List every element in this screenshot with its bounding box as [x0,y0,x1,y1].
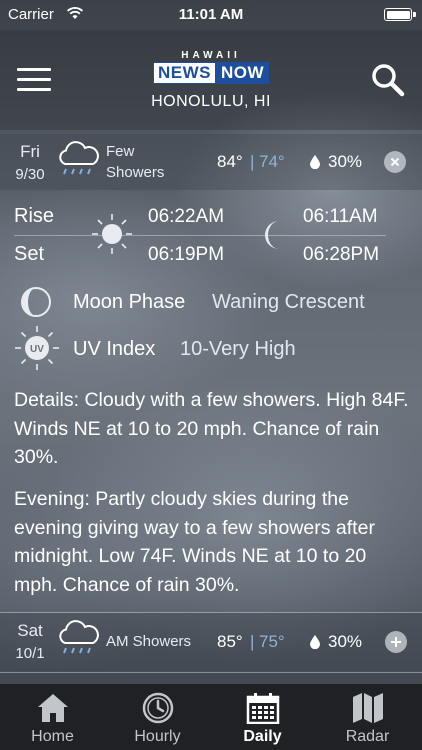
day-date: 10/1 [15,645,45,662]
tab-radar-label: Radar [345,728,390,745]
low-temp: 75° [259,632,285,651]
tab-home[interactable]: Home [0,684,105,750]
condition-text: AM Showers [106,633,192,650]
cloud-rain-icon [59,141,99,175]
sunset-time: 06:19PM [148,244,225,265]
sunrise-time: 06:22AM [148,206,225,227]
day-row-saturday[interactable]: Sat 10/1 AM Showers 85° | 75° 30% [0,613,422,671]
precip-chance: 30% [328,632,363,651]
close-icon[interactable] [384,151,406,173]
news-now-logo: HAWAII NEWS NOW [0,50,422,84]
uv-icon-text: UV [30,344,44,355]
moon-phase-icon [21,287,51,317]
day-details-text: Details: Cloudy with a few showers. High… [14,389,409,468]
evening-details-text: Evening: Partly cloudy skies during the … [14,488,375,596]
clock-icon [142,692,174,724]
bottom-tab-bar: Home Hourly Daily Radar [0,684,422,750]
uv-index-label: UV Index [73,338,156,360]
plus-icon[interactable] [385,631,407,653]
map-icon [353,693,383,723]
day-date: 9/30 [15,166,45,183]
moonset-time: 06:28PM [303,244,380,265]
status-bar: Carrier 11:01 AM [0,0,422,30]
rise-label: Rise [14,205,55,227]
moon-phase-value: Waning Crescent [212,291,365,313]
logo-news-text: NEWS [152,62,216,84]
uv-index-icon: UV [15,326,59,370]
sun-icon [92,214,132,254]
app-header: HAWAII NEWS NOW HONOLULU, HI [0,30,422,130]
temp-separator: | [250,152,255,171]
clock-time: 11:01 AM [178,6,244,23]
tab-hourly[interactable]: Hourly [105,684,210,750]
temp-separator: | [250,632,255,651]
tab-radar[interactable]: Radar [315,684,420,750]
high-temp: 84° [217,152,243,171]
precip-chance: 30% [328,152,363,171]
day-name: Sat [17,621,43,640]
calendar-icon [246,693,280,724]
set-label: Set [14,243,45,265]
tab-daily[interactable]: Daily [210,684,315,750]
condition-line-2: Showers [106,164,165,181]
day-row-partial [0,673,422,684]
tab-daily-label: Daily [243,728,282,745]
uv-index-value: 10-Very High [180,338,296,360]
logo-now-text: NOW [215,62,270,84]
raindrop-icon [310,635,320,649]
search-icon[interactable] [371,63,405,97]
raindrop-icon [310,155,320,169]
high-temp: 85° [217,632,243,651]
location-label: HONOLULU, HI [151,93,271,110]
crescent-moon-icon [265,221,279,249]
battery-icon [384,8,416,21]
moonrise-time: 06:11AM [303,206,378,227]
tab-hourly-label: Hourly [134,728,181,745]
moon-phase-label: Moon Phase [73,291,186,313]
logo-hawaii-text: HAWAII [181,50,241,61]
tab-home-label: Home [31,728,74,745]
cloud-rain-icon [59,620,99,654]
day-row-friday[interactable]: Fri 9/30 Few Showers 84° | 74° 30% [0,134,422,190]
rise-set-divider [14,235,386,236]
condition-line-1: Few [106,143,135,160]
low-temp: 74° [259,152,285,171]
day-name: Fri [20,142,40,161]
home-icon [38,694,68,722]
